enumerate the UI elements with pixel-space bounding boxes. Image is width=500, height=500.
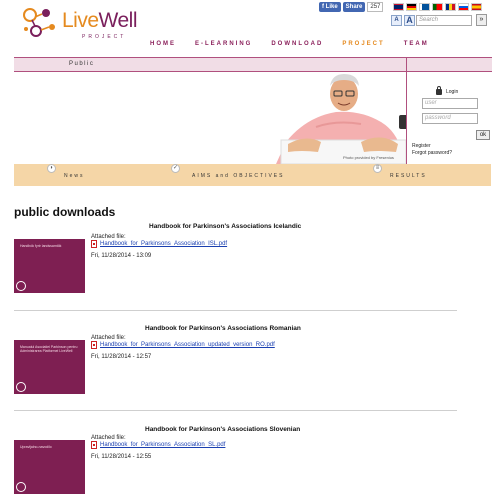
login-title: Login: [446, 89, 459, 95]
logo-molecule-icon: [23, 8, 55, 37]
divider: [14, 310, 457, 311]
pdf-icon: [91, 240, 97, 248]
flag-iceland-icon[interactable]: [419, 3, 430, 11]
section-bar: Public: [14, 57, 406, 72]
login-ok-button[interactable]: ok: [476, 130, 490, 140]
file-row: Handbook_for_Parkinsons_Association_SL.p…: [91, 441, 225, 449]
handbook-cover-image: Manualul Asociatiei Parkinson pentru Adm…: [14, 340, 85, 394]
aims-link[interactable]: AIMS and OBJECTIVES: [192, 173, 284, 179]
search-button[interactable]: »: [476, 14, 487, 26]
cover-circle-icon: [16, 281, 26, 291]
logo-wordmark: LiveWell: [62, 9, 137, 32]
flag-romania-icon[interactable]: [445, 3, 456, 11]
collapse-tab[interactable]: [399, 115, 406, 129]
login-top-bar: [407, 57, 492, 72]
hero-person-image: [276, 72, 406, 164]
search-input[interactable]: Search: [416, 15, 472, 26]
file-link[interactable]: Handbook_for_Parkinsons_Association_SL.p…: [100, 442, 225, 448]
photo-credit: Photo provided by Fresenius: [343, 155, 394, 160]
facebook-share-button[interactable]: Share: [342, 2, 366, 12]
cover-circle-icon: [16, 382, 26, 392]
check-icon[interactable]: ✓: [171, 164, 180, 173]
file-link[interactable]: Handbook_for_Parkinsons_Association_ISL.…: [100, 241, 227, 247]
cover-title: Upravljalno-navodilo: [20, 445, 52, 449]
nav-e-learning[interactable]: E-LEARNING: [195, 41, 252, 47]
cover-title: Manualul Asociatiei Parkinson pentru Adm…: [20, 345, 78, 353]
site-logo[interactable]: LiveWell PROJECT: [22, 5, 142, 41]
hero-banner: [14, 72, 406, 164]
register-link[interactable]: Register: [412, 143, 431, 149]
main-nav: HOME E-LEARNING DOWNLOAD PROJECT TEAM: [150, 41, 429, 47]
rss-icon[interactable]: ◗: [47, 164, 56, 173]
nav-home[interactable]: HOME: [150, 41, 176, 47]
cover-title: Handbók fyrir landssamtök: [20, 244, 62, 248]
handbook-cover-image: Upravljalno-navodilo: [14, 440, 85, 494]
font-size-controls: A A: [391, 15, 415, 26]
flag-portugal-icon[interactable]: [432, 3, 443, 11]
nav-team[interactable]: TEAM: [404, 41, 429, 47]
nav-download[interactable]: DOWNLOAD: [271, 41, 323, 47]
cover-circle-icon: [16, 482, 26, 492]
file-link[interactable]: Handbook_for_Parkinsons_Association_upda…: [100, 342, 275, 348]
post-date: Fri, 11/28/2014 - 12:57: [91, 354, 152, 360]
font-decrease-button[interactable]: A: [391, 15, 402, 26]
flag-germany-icon[interactable]: [406, 3, 417, 11]
flag-slovenia-icon[interactable]: [458, 3, 469, 11]
download-title[interactable]: Handbook for Parkinson's Associations Ic…: [149, 223, 301, 230]
share-count: 257: [367, 2, 384, 12]
list-icon[interactable]: ≡: [373, 164, 382, 173]
info-bar: ◗ News ✓ AIMS and OBJECTIVES ≡ RESULTS: [14, 164, 491, 186]
download-title[interactable]: Handbook for Parkinson's Associations Sl…: [145, 426, 300, 433]
page-title: public downloads: [14, 205, 116, 219]
nav-project[interactable]: PROJECT: [342, 41, 384, 47]
flag-spain-icon[interactable]: [471, 3, 482, 11]
flag-uk-icon[interactable]: [393, 3, 404, 11]
section-label: Public: [69, 61, 95, 67]
results-link[interactable]: RESULTS: [390, 173, 427, 179]
password-field[interactable]: password: [422, 113, 478, 124]
divider: [14, 410, 457, 411]
forgot-password-link[interactable]: Forgot password?: [412, 150, 452, 156]
file-row: Handbook_for_Parkinsons_Association_upda…: [91, 341, 275, 349]
facebook-like-button[interactable]: f Like: [319, 2, 341, 12]
logo-subtitle: PROJECT: [82, 34, 127, 40]
lock-icon: [436, 86, 442, 95]
font-increase-button[interactable]: A: [404, 15, 415, 26]
pdf-icon: [91, 441, 97, 449]
download-title[interactable]: Handbook for Parkinson's Associations Ro…: [145, 325, 301, 332]
post-date: Fri, 11/28/2014 - 12:55: [91, 454, 152, 460]
file-row: Handbook_for_Parkinsons_Association_ISL.…: [91, 240, 227, 248]
social-buttons: f Like Share 257: [319, 2, 384, 12]
post-date: Fri, 11/28/2014 - 13:09: [91, 253, 152, 259]
pdf-icon: [91, 341, 97, 349]
username-field[interactable]: user: [422, 98, 478, 109]
handbook-cover-image: Handbók fyrir landssamtök: [14, 239, 85, 293]
language-flags: [393, 3, 482, 11]
news-link[interactable]: News: [64, 173, 85, 179]
